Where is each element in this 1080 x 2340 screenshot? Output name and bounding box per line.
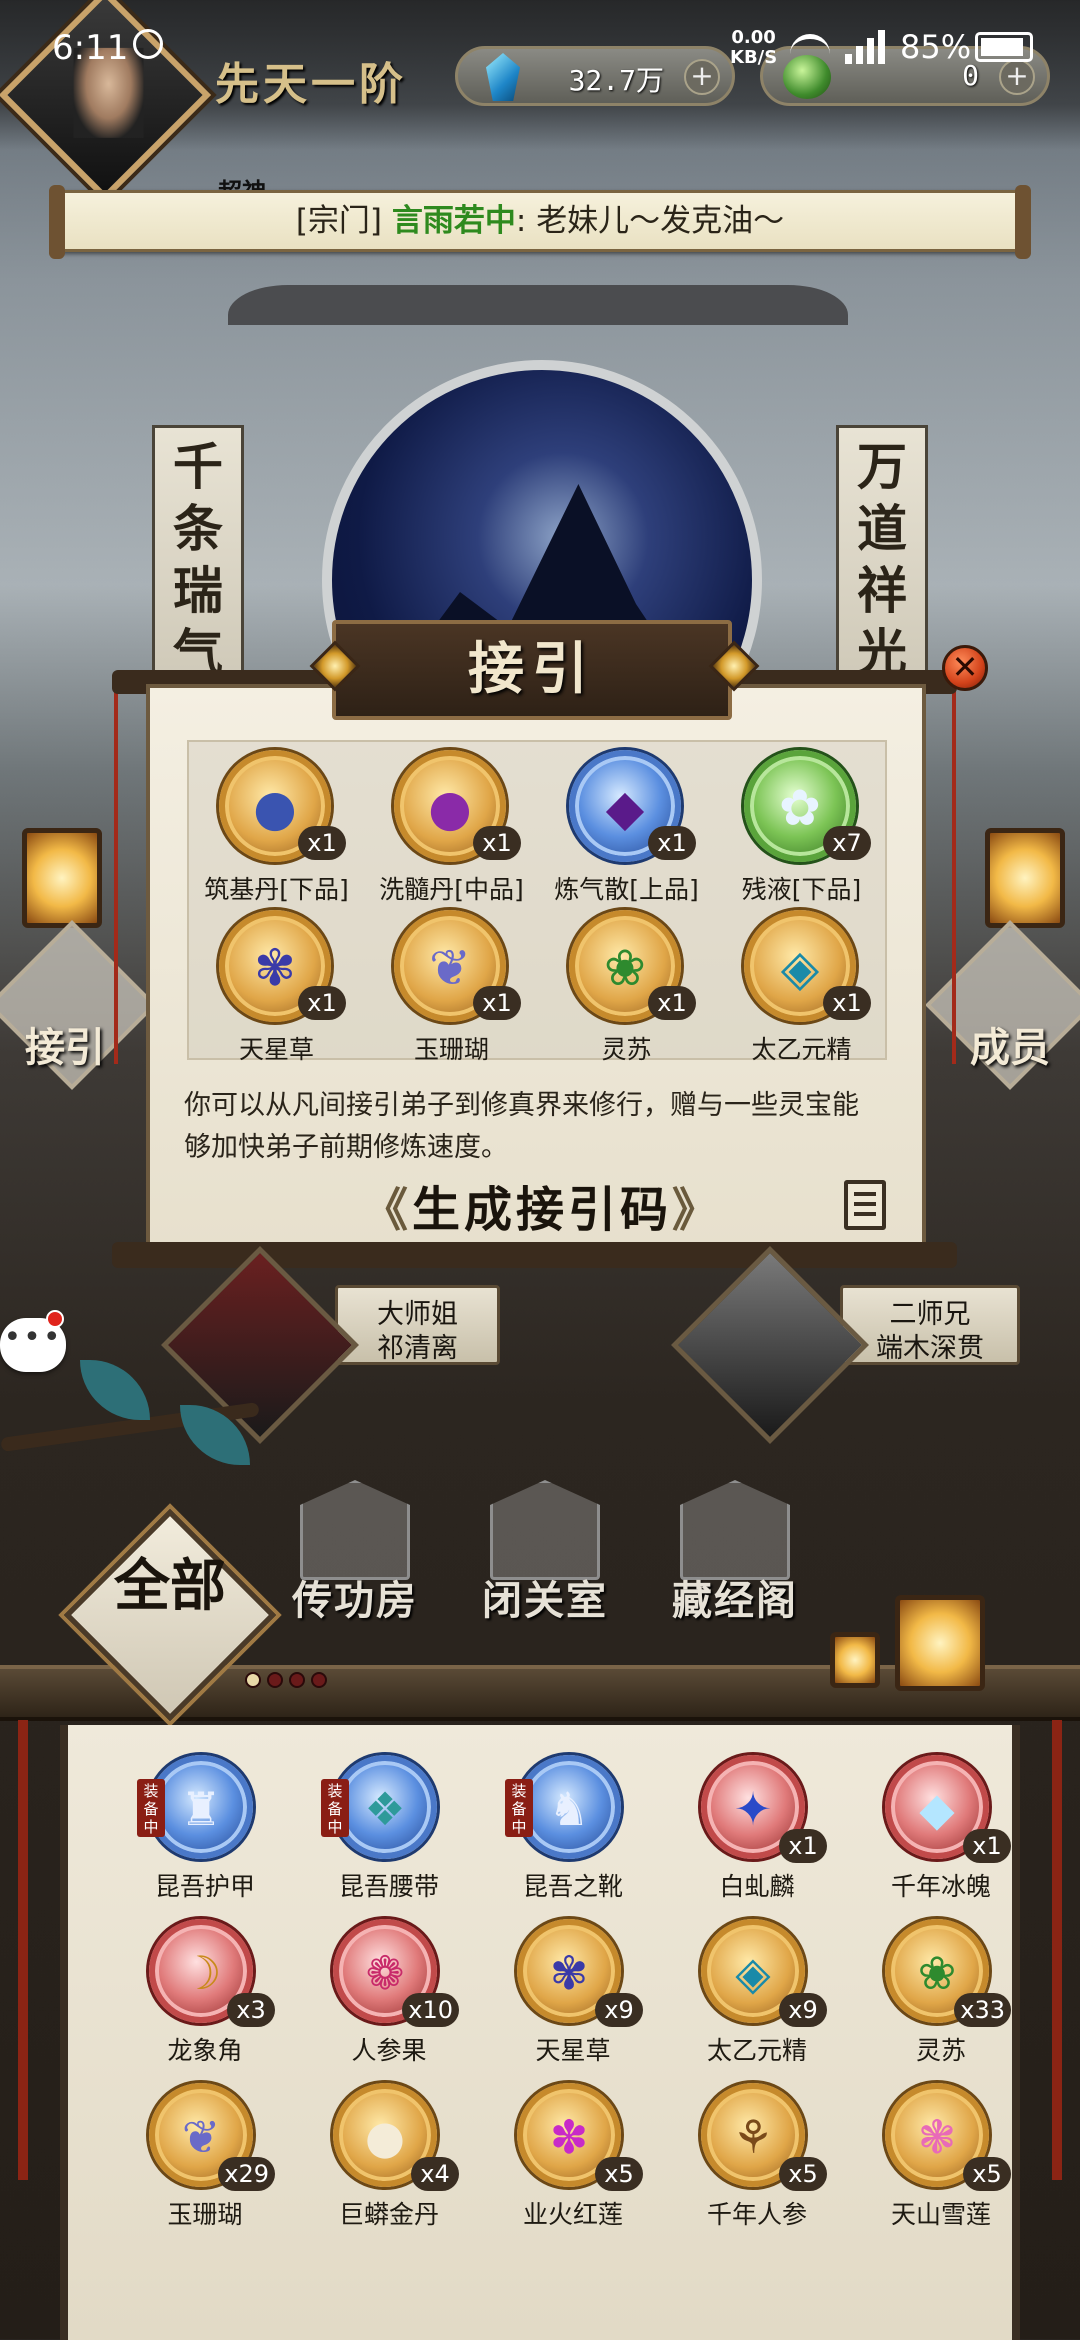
inventory-item[interactable]: ❃ x5 天山雪莲 — [849, 2083, 1033, 2243]
chat-notification-dot — [46, 1310, 64, 1328]
page-indicator — [245, 1672, 333, 1692]
couplet-right: 万道祥光 — [836, 425, 928, 685]
inventory-item[interactable]: ❁ x10 人参果 — [297, 1919, 481, 2079]
reward-item[interactable]: ◆ x1 炼气散[上品] — [539, 742, 714, 904]
inventory-item[interactable]: ◈ x9 太乙元精 — [665, 1919, 849, 2079]
network-speed: 0.00 KB/S — [730, 27, 778, 68]
red-pole-left — [18, 1720, 28, 2180]
generate-code-button[interactable]: 《生成接引码》 — [352, 1170, 732, 1250]
modal-description: 你可以从凡间接引弟子到修真界来修行，赠与一些灵宝能够加快弟子前期修炼速度。 — [184, 1090, 859, 1163]
lantern-left — [22, 828, 102, 928]
reward-item[interactable]: ✿ x7 残液[下品] — [714, 742, 889, 904]
reward-item[interactable]: ● x1 筑基丹[下品] — [189, 742, 364, 904]
inventory-item[interactable]: ⚘ x5 千年人参 — [665, 2083, 849, 2243]
recruit-side-label[interactable]: 接引 — [25, 1015, 105, 1073]
inventory-item[interactable]: ❀ x33 灵苏 — [849, 1919, 1033, 2079]
inventory-item[interactable]: ☽ x3 龙象角 — [113, 1919, 297, 2079]
battery-percent: 85% — [900, 28, 972, 66]
disciple-card-1[interactable]: 大师姐 祁清离 — [335, 1285, 500, 1365]
banner-message: 老妹儿～发克油～ — [536, 203, 785, 239]
wifi-icon — [790, 34, 830, 62]
inventory-item[interactable]: ◆ x1 千年冰魄 — [849, 1755, 1033, 1915]
reward-grid: ● x1 筑基丹[下品] ● x1 洗髓丹[中品] ◆ x1 炼气散[上品] ✿… — [187, 740, 889, 1064]
equipped-tag: 装备中 — [137, 1779, 165, 1837]
banner-sender: 言雨若中 — [391, 203, 516, 239]
lantern-small — [830, 1632, 880, 1688]
rope-left — [114, 684, 118, 1064]
equipped-tag: 装备中 — [505, 1779, 533, 1837]
close-button[interactable]: ✕ — [942, 645, 988, 691]
couplet-left: 千条瑞气 — [152, 425, 244, 685]
signal-icon — [845, 30, 893, 64]
reward-item[interactable]: ● x1 洗髓丹[中品] — [364, 742, 539, 904]
tab-biguanshi[interactable]: 闭关室 — [475, 1480, 615, 1630]
tab-chuangongfang[interactable]: 传功房 — [285, 1480, 425, 1630]
inventory-item[interactable]: ● x4 巨蟒金丹 — [297, 2083, 481, 2243]
record-list-icon[interactable] — [844, 1180, 886, 1230]
red-pole-right — [1052, 1720, 1062, 2180]
building-icon — [680, 1480, 790, 1580]
recruit-modal: 接引 ✕ ● x1 筑基丹[下品] ● x1 洗髓丹[中品] ◆ x1 炼气散[… — [112, 620, 988, 1280]
building-icon — [300, 1480, 410, 1580]
reward-item[interactable]: ❀ x1 灵苏 — [539, 902, 714, 1064]
banner-separator: : — [515, 203, 537, 239]
inventory-item[interactable]: ✦ x1 白虬麟 — [665, 1755, 849, 1915]
building-icon — [490, 1480, 600, 1580]
guild-chat-banner[interactable]: [宗门] 言雨若中: 老妹儿～发克油～ — [49, 185, 1031, 259]
inventory-item[interactable]: ✽ x5 业火红莲 — [481, 2083, 665, 2243]
rope-right — [952, 684, 956, 1064]
tab-cangjingge[interactable]: 藏经阁 — [665, 1480, 805, 1630]
inventory-item[interactable]: ❦ x29 玉珊瑚 — [113, 2083, 297, 2243]
alarm-icon — [133, 29, 163, 59]
members-side-label[interactable]: 成员 — [970, 1015, 1050, 1073]
equipped-tag: 装备中 — [321, 1779, 349, 1837]
disciple-card-2[interactable]: 二师兄 端木深贯 — [840, 1285, 1020, 1365]
status-time: 6:11 — [52, 28, 129, 68]
leaf — [80, 1360, 150, 1420]
reward-item[interactable]: ◈ x1 太乙元精 — [714, 902, 889, 1064]
banner-channel: [宗门] — [295, 203, 383, 239]
inventory-panel: 装备中 ♜ 昆吾护甲 装备中 ❖ 昆吾腰带 装备中 ♞ 昆吾之靴 ✦ x1 白虬… — [60, 1725, 1020, 2340]
inventory-item[interactable]: 装备中 ❖ 昆吾腰带 — [297, 1755, 481, 1915]
status-bar: 6:11 0.00 KB/S 85% — [0, 0, 1080, 100]
generate-code-label: 生成接引码 — [411, 1182, 672, 1238]
inventory-item[interactable]: 装备中 ♞ 昆吾之靴 — [481, 1755, 665, 1915]
inventory-item[interactable]: ✾ x9 天星草 — [481, 1919, 665, 2079]
lantern-right — [985, 828, 1065, 928]
reward-item[interactable]: ✾ x1 天星草 — [189, 902, 364, 1064]
inventory-item[interactable]: 装备中 ♜ 昆吾护甲 — [113, 1755, 297, 1915]
reward-item[interactable]: ❦ x1 玉珊瑚 — [364, 902, 539, 1064]
tab-all-label[interactable]: 全部 — [95, 1555, 245, 1617]
modal-title: 接引 — [468, 636, 596, 702]
lantern-large — [895, 1595, 985, 1691]
battery-icon — [975, 32, 1033, 62]
pavilion-roof — [228, 285, 848, 325]
modal-title-plaque: 接引 — [332, 620, 732, 720]
